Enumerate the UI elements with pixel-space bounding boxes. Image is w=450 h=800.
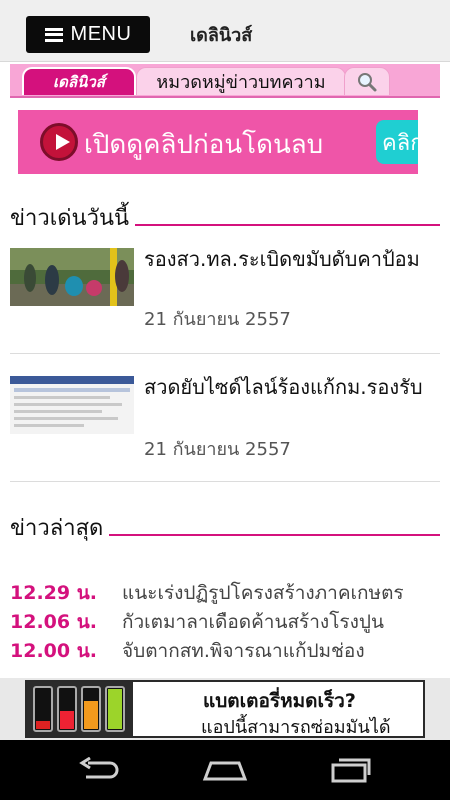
home-icon (202, 761, 248, 781)
featured-news-item[interactable]: รองสว.ทล.ระเบิดขมับดับคาป้อม 21 กันยายน … (10, 244, 440, 354)
news-date: 21 กันยายน 2557 (144, 309, 291, 330)
featured-news-item[interactable]: สวดยับไซด์ไลน์ร้องแก้กม.รองรับ 21 กันยาย… (10, 372, 440, 482)
banner-text: เปิดดูคลิปก่อนโดนลบ (84, 130, 324, 160)
news-title[interactable]: สวดยับไซด์ไลน์ร้องแก้กม.รองรับ (144, 372, 440, 402)
news-thumbnail (10, 248, 134, 306)
home-button[interactable] (200, 754, 250, 786)
menu-button-label: MENU (70, 23, 132, 45)
category-tab-strip: เดลินิวส์ หมวดหมู่ข่าวบทความ (10, 64, 440, 98)
news-time: 12.29 น. (10, 582, 97, 604)
bottom-ad-bar: แบตเตอรี่หมดเร็ว? แอปนี้สามารถซ่อมมันได้ (0, 678, 450, 740)
news-title[interactable]: จับตากสท.พิจารณาแก้ปมช่อง (122, 636, 365, 664)
section-title: ข่าวล่าสุด (10, 510, 110, 545)
featured-news-heading: ข่าวเด่นวันนี้ (10, 200, 440, 235)
hamburger-icon (44, 27, 63, 42)
news-time: 12.00 น. (10, 640, 97, 662)
recent-apps-button[interactable] (326, 754, 376, 786)
battery-ad-banner[interactable]: แบตเตอรี่หมดเร็ว? แอปนี้สามารถซ่อมมันได้ (25, 680, 425, 738)
system-nav-bar (0, 740, 450, 800)
battery-icon (27, 682, 133, 736)
recent-apps-icon (331, 758, 371, 783)
back-button[interactable] (74, 754, 124, 786)
latest-news-heading: ข่าวล่าสุด (10, 510, 440, 545)
latest-news-row[interactable]: 12.06 น. กัวเตมาลาเดือดค้านสร้างโรงปูน (10, 607, 440, 635)
app-title: เดลินิวส์ (190, 25, 253, 46)
back-icon (79, 757, 119, 779)
latest-news-row[interactable]: 12.00 น. จับตากสท.พิจารณาแก้ปมช่อง (10, 636, 440, 664)
section-title: ข่าวเด่นวันนี้ (10, 200, 136, 235)
news-date: 21 กันยายน 2557 (144, 439, 291, 460)
banner-cta[interactable]: คลิก (376, 120, 418, 164)
search-icon (358, 72, 377, 91)
news-thumbnail (10, 376, 134, 434)
search-tab[interactable] (344, 67, 390, 95)
video-clip-banner[interactable]: เปิดดูคลิปก่อนโดนลบ คลิก (18, 110, 418, 174)
news-title[interactable]: กัวเตมาลาเดือดค้านสร้างโรงปูน (122, 607, 384, 635)
news-title[interactable]: รองสว.ทล.ระเบิดขมับดับคาป้อม (144, 244, 440, 274)
latest-news-row[interactable]: 12.29 น. แนะเร่งปฏิรูปโครงสร้างภาคเกษตร (10, 578, 440, 606)
news-title[interactable]: แนะเร่งปฏิรูปโครงสร้างภาคเกษตร (122, 578, 404, 606)
play-icon (40, 123, 78, 161)
ad-subtext: แอปนี้สามารถซ่อมมันได้ (201, 717, 391, 738)
top-bar: MENU เดลินิวส์ (0, 0, 450, 62)
menu-button[interactable]: MENU (26, 16, 150, 53)
dailynews-logo-tab[interactable]: เดลินิวส์ (22, 67, 136, 95)
tab-categories[interactable]: หมวดหมู่ข่าวบทความ (136, 67, 346, 95)
news-time: 12.06 น. (10, 611, 97, 633)
